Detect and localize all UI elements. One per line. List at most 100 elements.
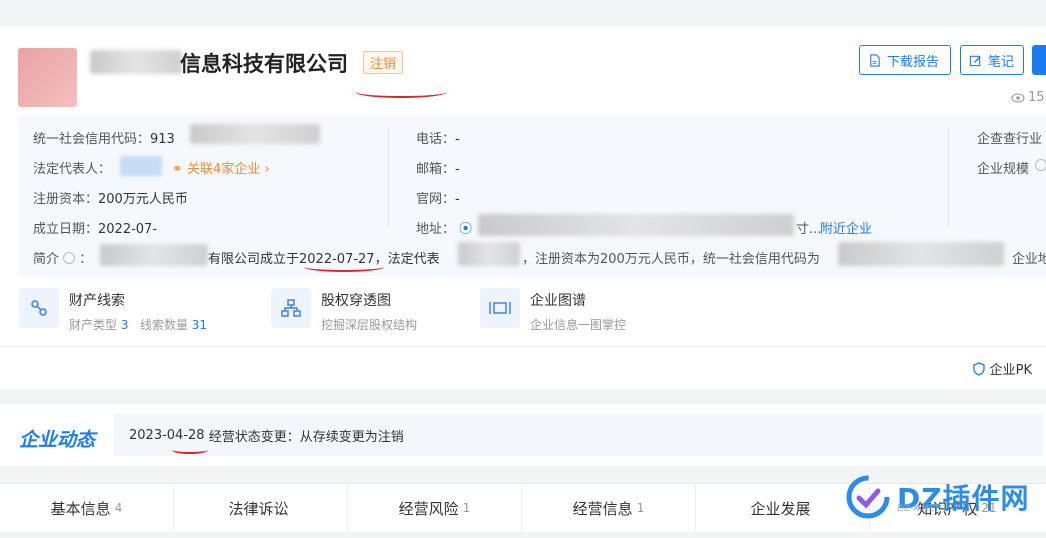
watermark-sub: DZ-X.NET — [897, 504, 940, 514]
tab-business-info[interactable]: 经营信息 1 — [522, 484, 696, 532]
status-badge: 注销 — [363, 51, 404, 74]
address-tail: 寸... — [796, 222, 822, 237]
website-row: 官网：- — [416, 188, 460, 207]
credit-code-label: 统一社会信用代码： — [33, 132, 151, 147]
redacted-address — [478, 214, 794, 236]
tab-count: 4 — [114, 501, 123, 515]
company-name: 信息科技有限公司 — [180, 52, 348, 76]
intro-part2: ，法定代表 — [374, 252, 440, 267]
dynamics-date: 2023-04-28 — [129, 427, 205, 443]
enterprise-pk-button[interactable]: 企业PK — [972, 359, 1032, 378]
tab-development[interactable]: 企业发展 — [696, 484, 870, 532]
dynamics-text: 经营状态变更：从存续变更为注销 — [208, 429, 404, 445]
intro-part3: ，注册资本为200万元人民币，统一社会信用代码为 — [522, 252, 820, 267]
redacted-legal-rep — [120, 156, 162, 176]
info-icon[interactable] — [1035, 159, 1046, 171]
link-icon: ⚭ — [172, 162, 183, 177]
capital-row: 注册资本：200万元人民币 — [33, 188, 188, 207]
intro-tail: 企业地 — [1012, 252, 1046, 267]
redacted-code — [190, 124, 320, 144]
tab-count: 1 — [462, 501, 471, 515]
edit-icon — [969, 55, 981, 66]
document-icon — [870, 53, 880, 67]
feature-sub: 挖掘深层股权结构 — [321, 318, 418, 332]
eye-icon — [1011, 92, 1025, 103]
equity-tree-icon — [271, 288, 311, 328]
phone-row: 电话：- — [416, 128, 460, 147]
credit-code-value[interactable]: 913 — [150, 132, 175, 147]
address-row: 地址： ⦿ — [416, 218, 472, 237]
feature-title: 企业图谱 — [530, 293, 586, 309]
redacted-intro-name — [100, 244, 208, 266]
feature-num-b: 31 — [191, 318, 208, 332]
phone-label: 电话： — [416, 132, 456, 147]
view-count-value: 15 — [1028, 90, 1045, 105]
tab-risk[interactable]: 经营风险 1 — [348, 484, 522, 532]
property-icon — [19, 288, 59, 328]
pk-shield-icon — [972, 361, 985, 376]
intro-label: 简介 — [33, 252, 60, 267]
pk-label: 企业PK — [989, 363, 1032, 378]
founded-value: 2022-07- — [98, 222, 158, 237]
feature-sub: 企业信息一图掌控 — [530, 318, 627, 332]
divider — [388, 128, 389, 228]
intro-part1: 有限公司成立于 — [208, 252, 300, 267]
address-label: 地址： — [416, 222, 456, 237]
email-row: 邮箱：- — [416, 158, 460, 177]
related-companies-label: 关联4家企业 — [187, 162, 261, 177]
feature-property-clues[interactable]: 财产线索 财产类型 3 线索数量 31 — [19, 288, 207, 333]
legal-rep-row: 法定代表人： — [33, 158, 111, 177]
info-icon[interactable] — [63, 252, 76, 264]
redacted-name — [90, 50, 182, 74]
website-value: - — [455, 192, 460, 207]
download-report-button[interactable]: 下载报告 — [859, 45, 951, 75]
dynamics-card: 企业动态 2023-04-28 经营状态变更：从存续变更为注销 — [0, 404, 1046, 466]
feature-title: 财产线索 — [69, 293, 125, 309]
email-value: - — [455, 162, 460, 177]
tab-label: 经营信息 — [572, 499, 633, 518]
feature-enterprise-graph[interactable]: 企业图谱 企业信息一图掌控 — [480, 288, 626, 333]
scale-label: 企业规模 — [977, 162, 1030, 177]
nearby-companies-link[interactable]: 附近企业 — [820, 218, 872, 237]
chevron-right-icon: › — [260, 162, 270, 177]
tab-label: 基本信息 — [50, 499, 111, 518]
tab-label: 经营风险 — [398, 499, 459, 518]
intro-label-row: 简介 ： — [33, 252, 93, 267]
website-label: 官网： — [416, 192, 456, 207]
founded-row: 成立日期：2022-07- — [33, 218, 157, 237]
tab-legal[interactable]: 法律诉讼 — [174, 484, 348, 532]
watermark: DZ插件网 DZ-X.NET — [845, 474, 1030, 520]
notes-label: 笔记 — [988, 54, 1015, 70]
view-count: 15 — [1011, 90, 1045, 105]
capital-label: 注册资本： — [33, 192, 99, 207]
notes-button[interactable]: 笔记 — [960, 45, 1024, 75]
credit-code-row: 统一社会信用代码：913 — [33, 128, 175, 147]
tab-label: 企业发展 — [750, 499, 811, 518]
annotation-underline — [355, 86, 447, 98]
capital-value: 200万元人民币 — [98, 192, 188, 207]
feature-num-a: 3 — [120, 318, 129, 332]
tab-count: 1 — [636, 501, 645, 515]
location-pin-icon[interactable]: ⦿ — [459, 222, 472, 237]
feature-title: 股权穿透图 — [321, 293, 391, 309]
divider — [948, 128, 949, 228]
founded-label: 成立日期： — [33, 222, 99, 237]
feature-equity-chart[interactable]: 股权穿透图 挖掘深层股权结构 — [271, 288, 417, 333]
more-button[interactable] — [1032, 45, 1046, 75]
graph-icon — [480, 288, 520, 328]
pk-row: 企业PK — [0, 346, 1046, 389]
redacted-intro-rep — [458, 242, 520, 266]
email-label: 邮箱： — [416, 162, 456, 177]
dynamics-item[interactable]: 2023-04-28 经营状态变更：从存续变更为注销 — [113, 414, 1043, 456]
company-logo — [18, 48, 77, 107]
tab-basic-info[interactable]: 基本信息 4 — [0, 484, 174, 532]
related-companies-link[interactable]: ⚭ 关联4家企业 › — [172, 158, 270, 177]
tab-label: 法律诉讼 — [228, 499, 289, 518]
phone-value: - — [455, 132, 460, 147]
dynamics-title: 企业动态 — [19, 429, 96, 451]
feature-sub-b: 线索数量 — [139, 318, 188, 332]
redacted-intro-code — [838, 242, 1004, 266]
legal-rep-label: 法定代表人： — [33, 162, 112, 177]
download-report-label: 下载报告 — [887, 54, 940, 70]
industry-label: 企查查行业 — [977, 132, 1043, 147]
